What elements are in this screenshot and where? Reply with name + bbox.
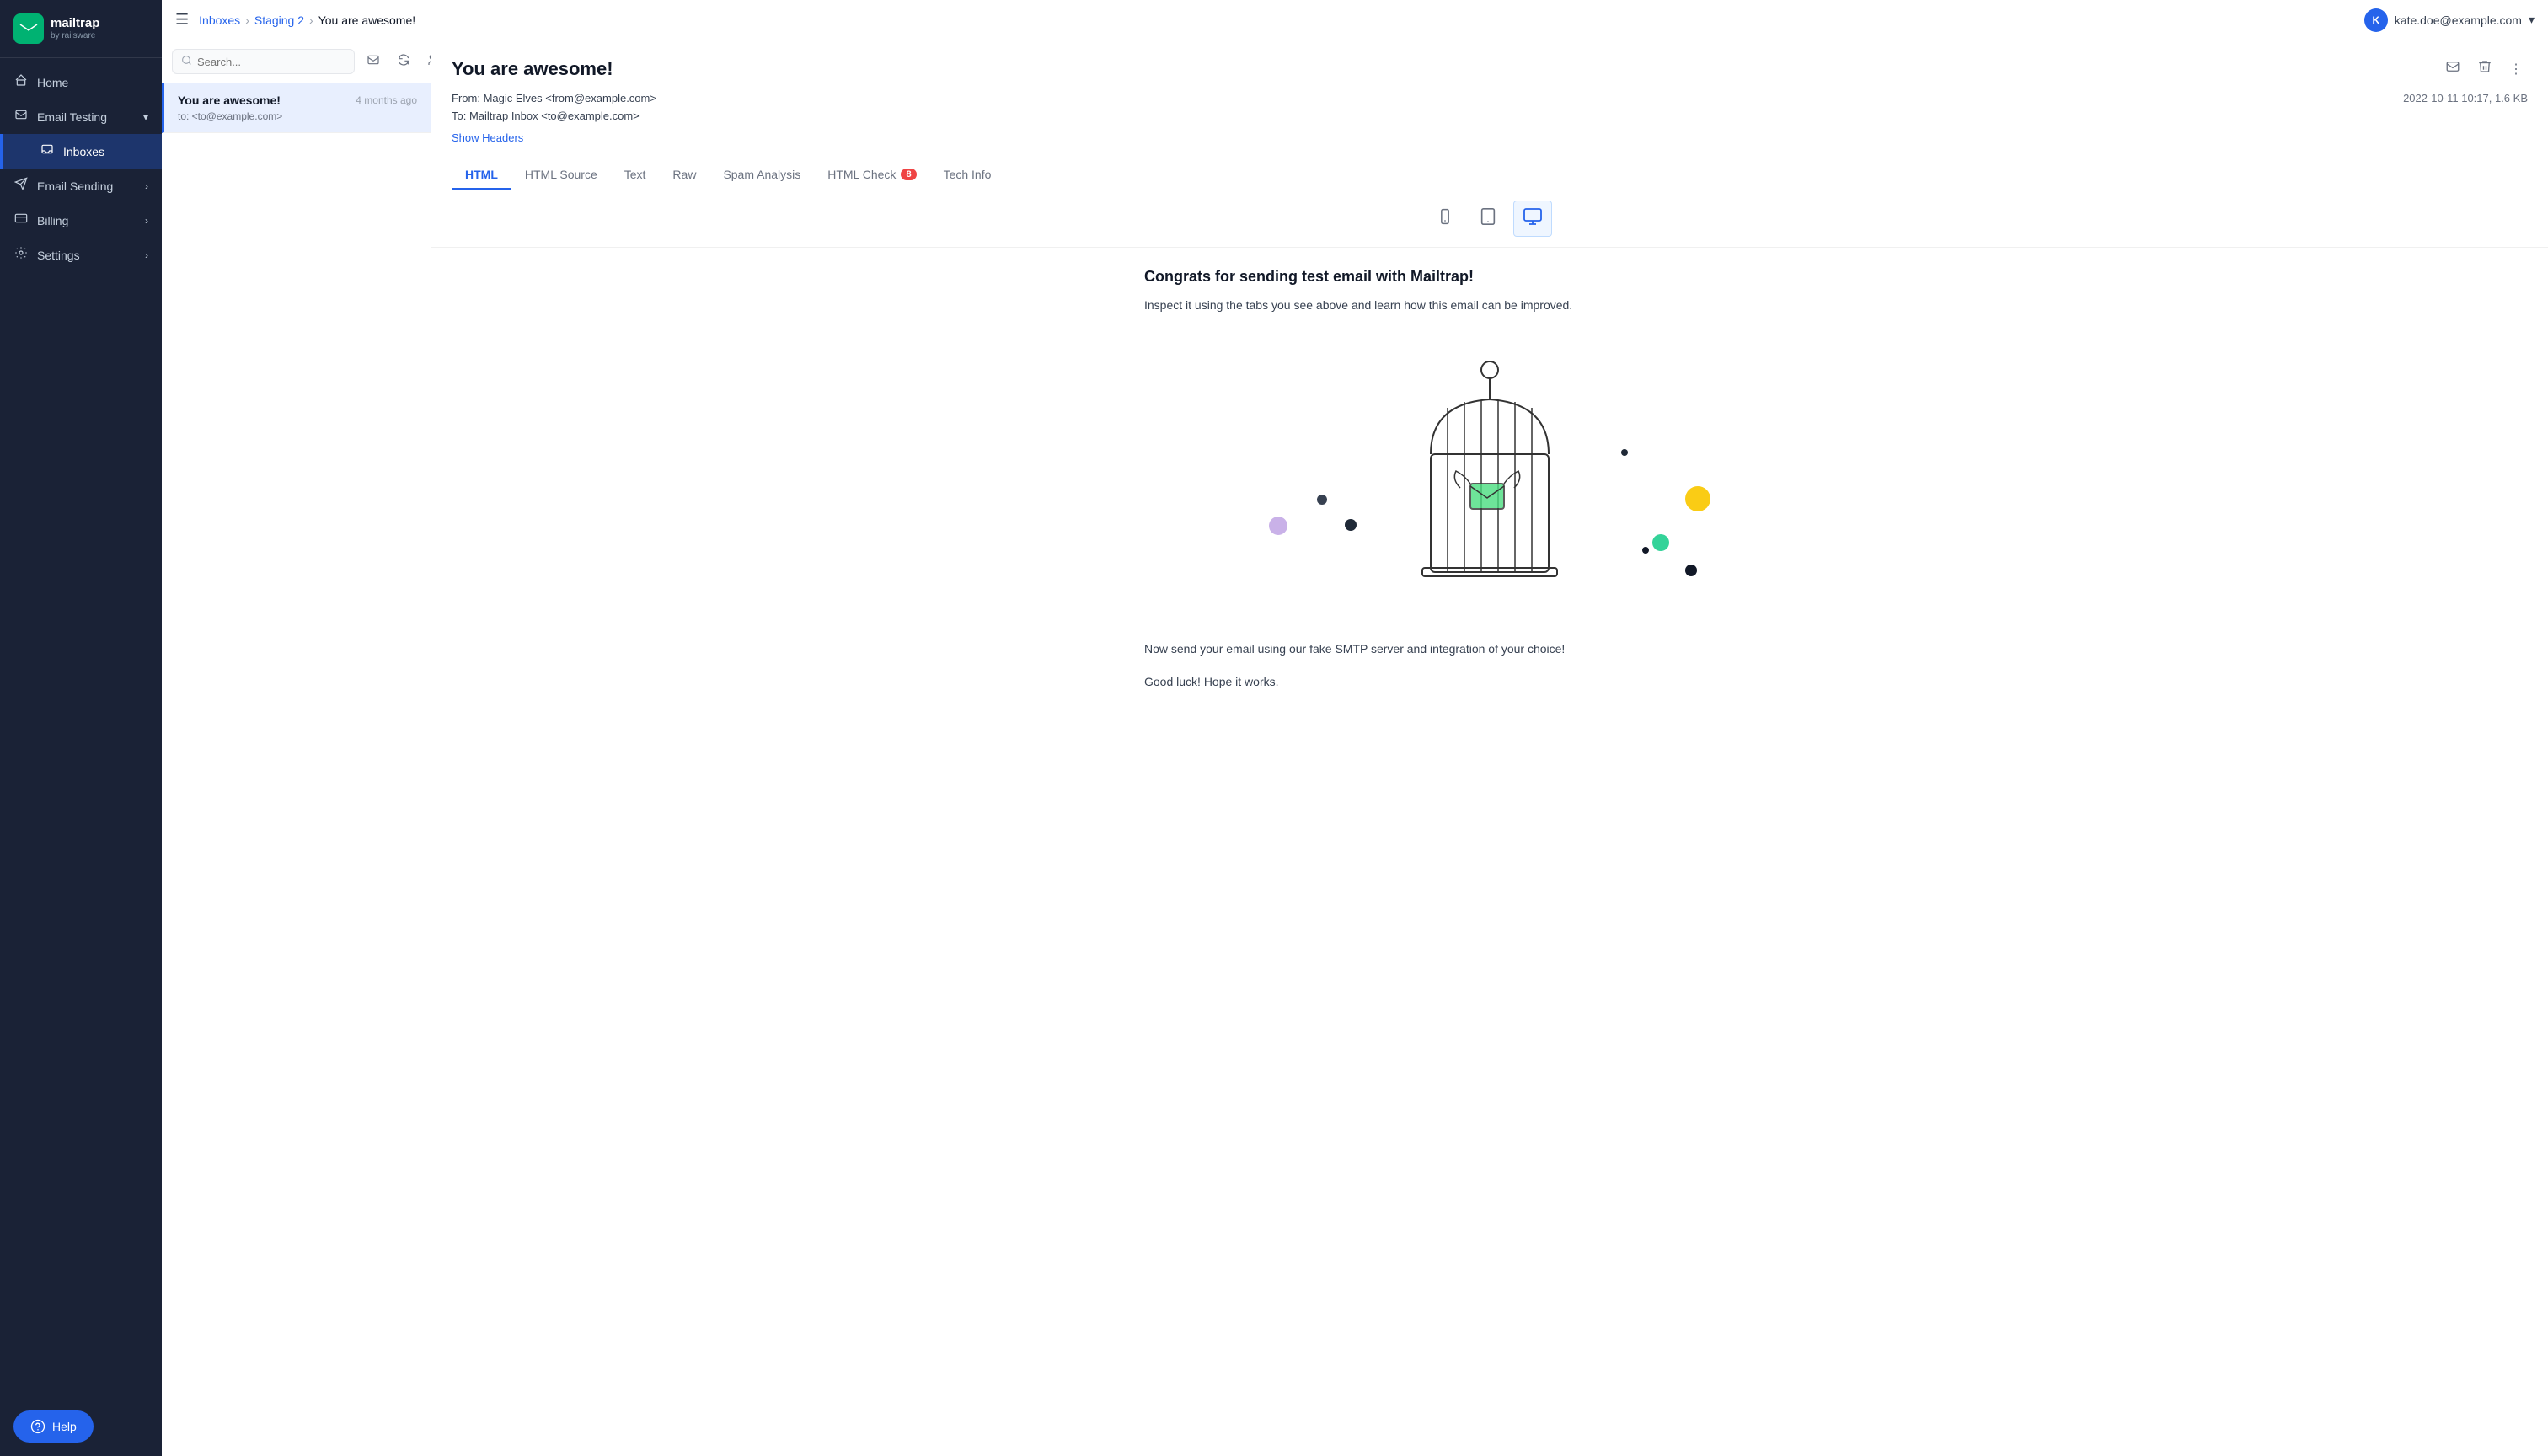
email-actions: ⋮ (2440, 54, 2528, 83)
help-section: Help (0, 1397, 162, 1456)
dot-dark3 (1621, 449, 1628, 456)
show-headers-link[interactable]: Show Headers (452, 131, 523, 144)
sidebar-item-inboxes-label: Inboxes (63, 145, 104, 158)
tab-html-check[interactable]: HTML Check 8 (814, 161, 929, 190)
dot-yellow (1685, 486, 1710, 511)
sidebar-item-inboxes[interactable]: Inboxes (0, 134, 162, 169)
email-list-panel: You are awesome! 4 months ago to: <to@ex… (162, 40, 431, 1456)
email-item-subject: You are awesome! (178, 94, 281, 107)
email-list-toolbar (162, 40, 431, 83)
sidebar-nav: Home Email Testing ▾ Inboxes Email Sendi… (0, 58, 162, 1397)
dot-purple (1269, 517, 1287, 535)
sidebar-item-billing-label: Billing (37, 214, 68, 228)
search-box[interactable] (172, 49, 355, 74)
email-item-time: 4 months ago (356, 94, 417, 106)
dot-dark2 (1345, 519, 1357, 531)
sidebar-item-home-label: Home (37, 76, 68, 89)
dot-teal (1652, 534, 1669, 551)
email-subject-title: You are awesome! (452, 58, 613, 80)
sidebar-item-email-sending-label: Email Sending (37, 179, 113, 193)
tab-html[interactable]: HTML (452, 161, 511, 190)
mobile-view-button[interactable] (1427, 201, 1463, 237)
sidebar-item-settings-label: Settings (37, 249, 80, 262)
illustration (1144, 328, 1835, 631)
compose-button[interactable] (361, 50, 385, 74)
dot-dark4 (1642, 547, 1649, 554)
forward-button[interactable] (2440, 54, 2465, 83)
email-sending-arrow: › (145, 180, 148, 192)
user-info[interactable]: K kate.doe@example.com ▾ (2364, 8, 2535, 32)
billing-arrow: › (145, 215, 148, 227)
html-check-badge: 8 (901, 169, 916, 180)
email-detail-panel: You are awesome! ⋮ From: (431, 40, 2548, 1456)
tab-raw[interactable]: Raw (659, 161, 709, 190)
help-button[interactable]: Help (13, 1410, 94, 1443)
billing-icon (13, 211, 29, 229)
home-icon (13, 73, 29, 91)
email-timestamp: 2022-10-11 10:17, 1.6 KB (2403, 92, 2528, 104)
sidebar: mailtrap by railsware Home Email Testing… (0, 0, 162, 1456)
email-item-to: to: <to@example.com> (178, 110, 417, 122)
settings-icon (13, 246, 29, 264)
tab-tech-info[interactable]: Tech Info (930, 161, 1005, 190)
email-to: To: Mailtrap Inbox <to@example.com> (452, 110, 656, 122)
email-body: Congrats for sending test email with Mai… (431, 190, 2548, 1456)
search-input[interactable] (197, 56, 345, 68)
tab-spam-analysis[interactable]: Spam Analysis (709, 161, 814, 190)
sidebar-item-settings[interactable]: Settings › (0, 238, 162, 272)
brand-name: mailtrap (51, 16, 99, 31)
email-list-item[interactable]: You are awesome! 4 months ago to: <to@ex… (162, 83, 431, 133)
dot-dark1 (1317, 495, 1327, 505)
dot-dark5 (1685, 565, 1697, 576)
brand-sub: by railsware (51, 31, 99, 41)
settings-arrow: › (145, 249, 148, 261)
breadcrumb-inboxes[interactable]: Inboxes (199, 13, 240, 27)
sidebar-item-email-testing[interactable]: Email Testing ▾ (0, 99, 162, 134)
sidebar-item-email-sending[interactable]: Email Sending › (0, 169, 162, 203)
hamburger-icon[interactable]: ☰ (175, 11, 189, 29)
search-icon (181, 55, 192, 68)
email-content-para3: Good luck! Hope it works. (1144, 672, 1835, 691)
user-dropdown-arrow: ▾ (2529, 13, 2535, 27)
breadcrumb-current: You are awesome! (318, 13, 415, 27)
email-tabs: HTML HTML Source Text Raw Spam Analysis (452, 161, 2528, 190)
email-sending-icon (13, 177, 29, 195)
more-actions-button[interactable]: ⋮ (2504, 56, 2528, 83)
email-content: Congrats for sending test email with Mai… (1111, 248, 1869, 725)
breadcrumb: Inboxes › Staging 2 › You are awesome! (199, 13, 415, 27)
tab-html-source[interactable]: HTML Source (511, 161, 611, 190)
logo-icon (13, 13, 44, 44)
delete-button[interactable] (2472, 54, 2497, 83)
email-detail-header: You are awesome! ⋮ From: (431, 40, 2548, 190)
main-area: ☰ Inboxes › Staging 2 › You are awesome!… (162, 0, 2548, 1456)
email-from: From: Magic Elves <from@example.com> (452, 92, 656, 104)
refresh-button[interactable] (392, 50, 415, 74)
desktop-view-button[interactable] (1513, 201, 1552, 237)
sidebar-item-home[interactable]: Home (0, 65, 162, 99)
view-controls (431, 190, 2548, 248)
content-area: You are awesome! 4 months ago to: <to@ex… (162, 40, 2548, 1456)
tablet-view-button[interactable] (1469, 201, 1507, 237)
sidebar-item-billing[interactable]: Billing › (0, 203, 162, 238)
email-testing-arrow: ▾ (143, 111, 148, 123)
logo: mailtrap by railsware (0, 0, 162, 58)
tab-text[interactable]: Text (611, 161, 660, 190)
email-content-para2: Now send your email using our fake SMTP … (1144, 640, 1835, 658)
user-avatar: K (2364, 8, 2388, 32)
email-testing-icon (13, 108, 29, 126)
breadcrumb-staging[interactable]: Staging 2 (254, 13, 304, 27)
topbar: ☰ Inboxes › Staging 2 › You are awesome!… (162, 0, 2548, 40)
inboxes-icon (40, 142, 55, 160)
help-label: Help (52, 1420, 77, 1433)
sidebar-item-email-testing-label: Email Testing (37, 110, 107, 124)
email-content-para1: Inspect it using the tabs you see above … (1144, 296, 1835, 314)
email-content-heading: Congrats for sending test email with Mai… (1144, 268, 1835, 286)
user-email: kate.doe@example.com (2395, 13, 2522, 27)
